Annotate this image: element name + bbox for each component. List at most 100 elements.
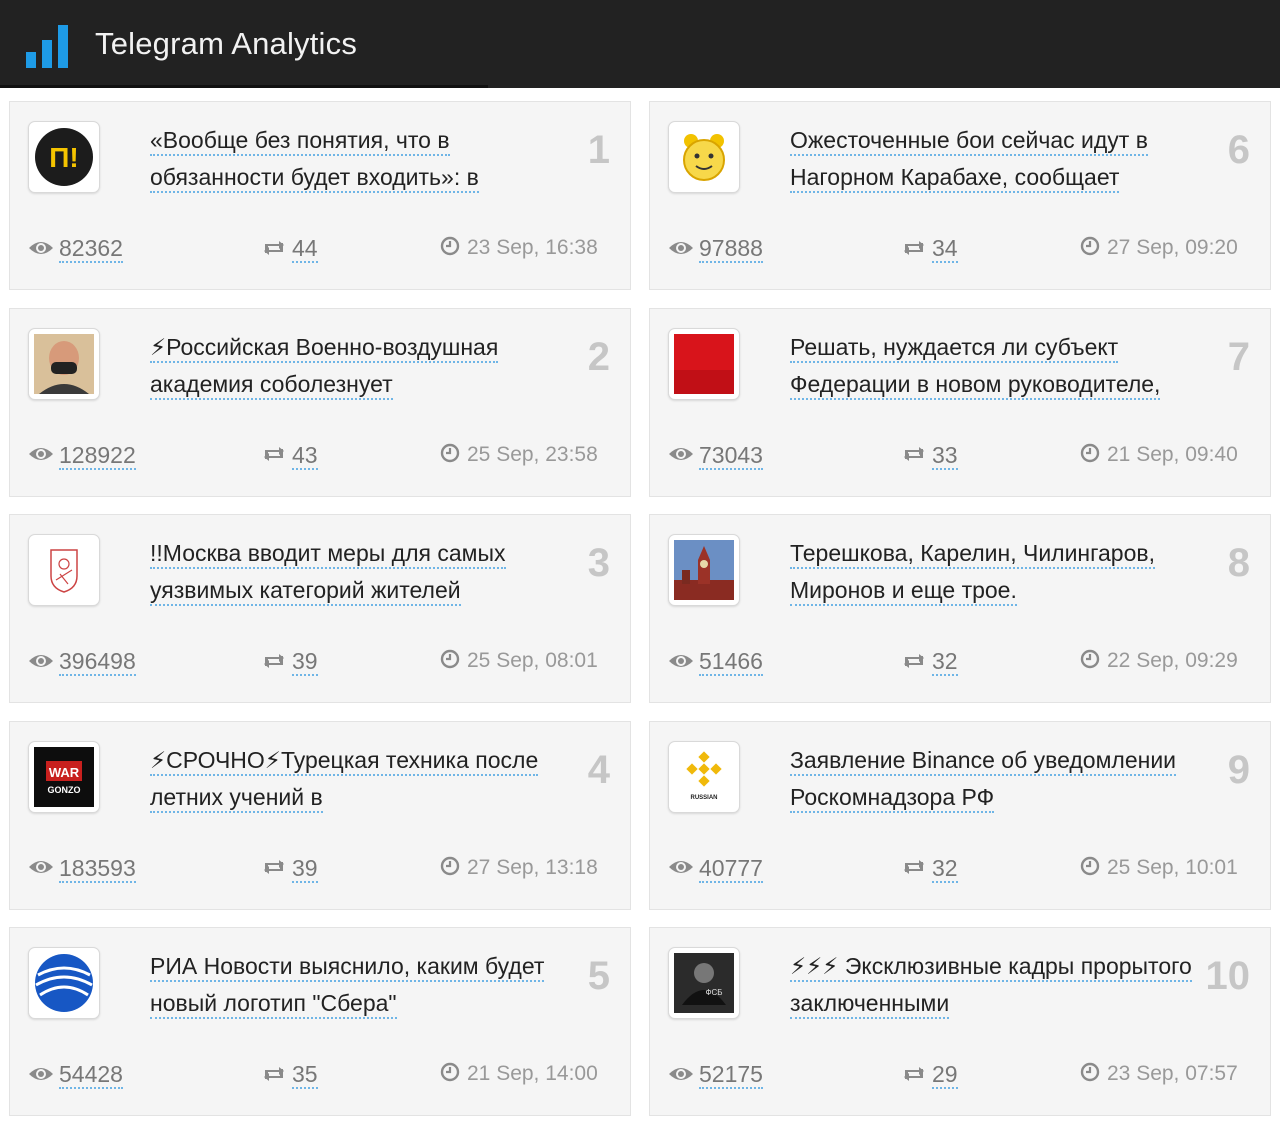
post-title-link[interactable]: ⚡Российская Военно-воздушная академия со… (150, 329, 560, 403)
post-date-text: 23 Sep, 07:57 (1107, 1062, 1238, 1085)
post-title-link[interactable]: Решать, нуждается ли субъект Федерации в… (790, 329, 1200, 403)
post-title-link[interactable]: ⚡⚡⚡ Эксклюзивные кадры прорытого заключе… (790, 948, 1200, 1022)
post-title-link[interactable]: РИА Новости выяснило, каким будет новый … (150, 948, 560, 1022)
reposts-count[interactable]: 39 (292, 854, 318, 883)
post-date-text: 21 Sep, 14:00 (467, 1062, 598, 1085)
post-date-text: 21 Sep, 09:40 (1107, 442, 1238, 466)
views-count[interactable]: 73043 (699, 441, 763, 470)
post-card[interactable]: RUSSIAN Заявление Binance об уведомлении… (649, 720, 1271, 910)
repost-icon (901, 442, 932, 468)
post-date-text: 25 Sep, 08:01 (467, 649, 598, 672)
reposts-count[interactable]: 32 (932, 648, 958, 676)
reposts-stat: 39 (261, 646, 318, 676)
views-stat: 52175 (668, 1059, 763, 1089)
eye-icon (668, 1061, 699, 1087)
views-count[interactable]: 82362 (59, 235, 123, 263)
reposts-count[interactable]: 32 (932, 854, 958, 883)
reposts-count[interactable]: 29 (932, 1061, 958, 1089)
svg-text:GONZO: GONZO (48, 785, 81, 795)
post-date: 21 Sep, 09:40 (1080, 440, 1238, 470)
post-date-text: 25 Sep, 10:01 (1107, 855, 1238, 879)
clock-icon (440, 1062, 467, 1085)
app-title[interactable]: Telegram Analytics (95, 26, 357, 62)
clock-icon (1080, 649, 1107, 672)
views-stat: 97888 (668, 233, 763, 263)
reposts-stat: 32 (901, 646, 958, 676)
views-count[interactable]: 51466 (699, 648, 763, 676)
views-stat: 54428 (28, 1059, 123, 1089)
post-date: 27 Sep, 09:20 (1080, 233, 1238, 263)
reposts-stat: 39 (261, 853, 318, 883)
views-count[interactable]: 54428 (59, 1061, 123, 1089)
post-card[interactable]: Решать, нуждается ли субъект Федерации в… (649, 307, 1271, 497)
channel-avatar[interactable] (668, 534, 740, 606)
views-stat: 82362 (28, 233, 123, 263)
views-count[interactable]: 40777 (699, 854, 763, 883)
views-stat: 396498 (28, 646, 136, 676)
post-title-link[interactable]: !!Москва вводит меры для самых уязвимых … (150, 535, 560, 609)
views-stat: 73043 (668, 440, 763, 470)
post-date-text: 27 Sep, 09:20 (1107, 236, 1238, 259)
post-date-text: 22 Sep, 09:29 (1107, 649, 1238, 672)
post-card[interactable]: Ожесточенные бои сейчас идут в Нагорном … (649, 101, 1271, 290)
repost-icon (901, 235, 932, 261)
eye-icon (28, 235, 59, 261)
post-date: 25 Sep, 23:58 (440, 440, 598, 470)
views-count[interactable]: 396498 (59, 648, 136, 676)
rank-number: 8 (1227, 541, 1250, 585)
reposts-count[interactable]: 34 (932, 235, 958, 263)
repost-icon (261, 855, 292, 881)
views-count[interactable]: 128922 (59, 441, 136, 470)
repost-icon (901, 855, 932, 881)
repost-icon (261, 442, 292, 468)
post-title-link[interactable]: Терешкова, Карелин, Чилингаров, Миронов … (790, 535, 1200, 609)
post-date: 27 Sep, 13:18 (440, 853, 598, 883)
reposts-count[interactable]: 35 (292, 1061, 318, 1089)
clock-icon (440, 649, 467, 672)
views-stat: 40777 (668, 853, 763, 883)
reposts-count[interactable]: 39 (292, 648, 318, 676)
clock-icon (1080, 443, 1107, 466)
channel-avatar[interactable]: WAR GONZO (28, 740, 100, 813)
eye-icon (668, 442, 699, 468)
channel-avatar[interactable] (28, 327, 100, 400)
channel-avatar[interactable]: RUSSIAN (668, 740, 740, 813)
rank-number: 2 (587, 334, 610, 379)
post-title-link[interactable]: Ожесточенные бои сейчас идут в Нагорном … (790, 122, 1200, 196)
channel-avatar[interactable]: ФСБ (668, 947, 740, 1019)
repost-icon (261, 1061, 292, 1087)
reposts-count[interactable]: 33 (932, 441, 958, 470)
channel-avatar[interactable] (28, 534, 100, 606)
reposts-stat: 43 (261, 440, 318, 470)
post-card[interactable]: !!Москва вводит меры для самых уязвимых … (9, 514, 631, 703)
reposts-stat: 34 (901, 233, 958, 263)
eye-icon (668, 235, 699, 261)
clock-icon (1080, 1062, 1107, 1085)
eye-icon (28, 855, 59, 881)
post-card[interactable]: П! «Вообще без понятия, что в обязанност… (9, 101, 631, 290)
post-card[interactable]: ФСБ ⚡⚡⚡ Эксклюзивные кадры прорытого зак… (649, 927, 1271, 1116)
post-date: 22 Sep, 09:29 (1080, 646, 1238, 676)
bar-chart-logo-icon[interactable] (26, 24, 72, 68)
eye-icon (28, 1061, 59, 1087)
post-card[interactable]: WAR GONZO ⚡СРОЧНО⚡Турецкая техника после… (9, 720, 631, 910)
post-title-link[interactable]: ⚡СРОЧНО⚡Турецкая техника после летних уч… (150, 742, 560, 816)
reposts-stat: 32 (901, 853, 958, 883)
clock-icon (440, 236, 467, 259)
channel-avatar[interactable] (668, 121, 740, 193)
post-date: 25 Sep, 10:01 (1080, 853, 1238, 883)
views-count[interactable]: 52175 (699, 1061, 763, 1089)
channel-avatar[interactable] (28, 947, 100, 1019)
post-card[interactable]: Терешкова, Карелин, Чилингаров, Миронов … (649, 514, 1271, 703)
channel-avatar[interactable] (668, 327, 740, 400)
channel-avatar[interactable]: П! (28, 121, 100, 193)
reposts-count[interactable]: 43 (292, 441, 318, 470)
post-card[interactable]: РИА Новости выяснило, каким будет новый … (9, 927, 631, 1116)
views-count[interactable]: 97888 (699, 235, 763, 263)
post-title-link[interactable]: «Вообще без понятия, что в обязанности б… (150, 122, 560, 196)
views-count[interactable]: 183593 (59, 854, 136, 883)
post-title-link[interactable]: Заявление Binance об уведомлении Роскомн… (790, 742, 1200, 816)
post-card[interactable]: ⚡Российская Военно-воздушная академия со… (9, 307, 631, 497)
svg-text:RUSSIAN: RUSSIAN (690, 795, 717, 801)
reposts-count[interactable]: 44 (292, 235, 318, 263)
